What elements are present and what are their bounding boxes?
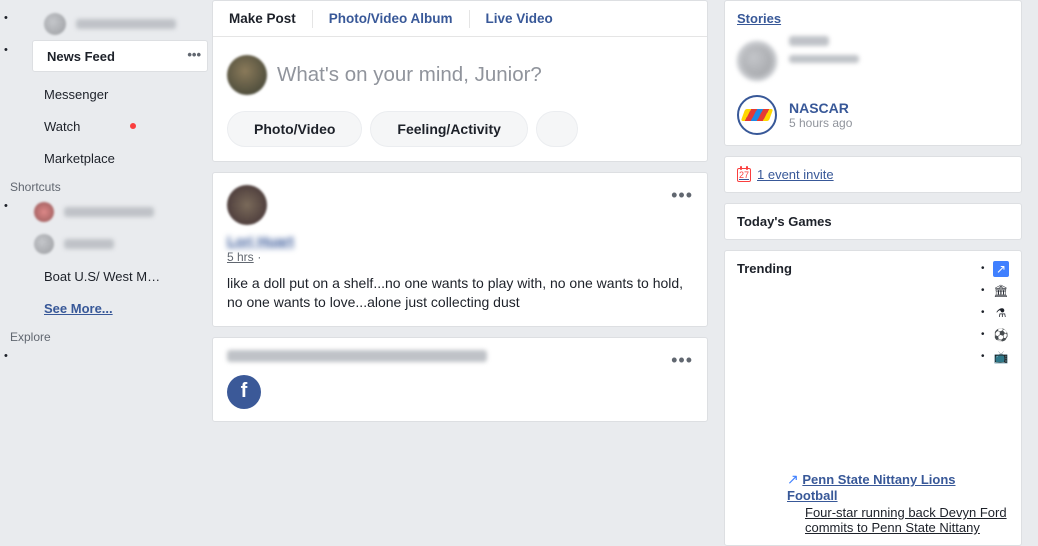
sidebar-shortcut-label: Shortcut One: [64, 207, 154, 217]
event-invite-link[interactable]: 27 1 event invite: [737, 167, 1009, 182]
sidebar-section-shortcuts: Shortcuts: [0, 174, 208, 196]
composer-card: Make Post Photo/Video Album Live Video W…: [212, 0, 708, 162]
composer-action-photo-video[interactable]: Photo/Video: [227, 111, 362, 147]
sidebar-item-news-feed[interactable]: News Feed •••: [32, 40, 208, 72]
sidebar-shortcut-label: Boat U.S/ West M…: [44, 269, 160, 284]
composer-tab-photo-video-album[interactable]: Photo/Video Album: [313, 1, 469, 36]
stories-title[interactable]: Stories: [737, 11, 1009, 26]
sidebar-shortcut-1[interactable]: Shortcut One: [30, 196, 208, 228]
story-name: NASCAR: [789, 100, 852, 116]
sidebar-profile[interactable]: User Name: [30, 8, 208, 40]
composer-prompt[interactable]: What's on your mind, Junior?: [277, 63, 542, 87]
story-item-2[interactable]: NASCAR 5 hours ago: [737, 95, 1009, 135]
story-avatar: [737, 95, 777, 135]
sidebar-item-messenger[interactable]: Messenger: [30, 78, 208, 110]
sidebar-item-label: Marketplace: [44, 151, 115, 166]
nascar-logo-icon: [741, 109, 773, 121]
post-card: ••• Lori Huart 5 hrs · like a doll put o…: [212, 172, 708, 327]
sidebar-bullet: [0, 346, 208, 362]
post-menu-icon[interactable]: •••: [671, 185, 693, 206]
post-avatar[interactable]: [227, 185, 267, 225]
sidebar-item-label: News Feed: [47, 49, 115, 64]
trending-filter-icons: ↗ 🏛 ⚗ ⚽ 📺: [981, 261, 1009, 371]
shortcut-icon: [34, 202, 54, 222]
shortcut-icon: [34, 234, 54, 254]
events-card: 27 1 event invite: [724, 156, 1022, 193]
trending-card: Trending ↗ 🏛 ⚗ ⚽ 📺 ↗ Penn State Nittany …: [724, 250, 1022, 546]
trending-filter-entertainment-icon[interactable]: 📺: [993, 349, 1009, 365]
sidebar-item-marketplace[interactable]: Marketplace: [30, 142, 208, 174]
event-invite-text: 1 event invite: [757, 167, 834, 182]
trending-story-desc[interactable]: Four-star running back Devyn Ford commit…: [805, 505, 1007, 535]
story-avatar: [737, 41, 777, 81]
avatar-icon: [44, 13, 66, 35]
story-time: 5 hours ago: [789, 116, 852, 130]
sidebar-section-explore: Explore: [0, 324, 208, 346]
story-name: Friend: [789, 36, 829, 46]
story-time: 11 hours ago: [789, 55, 859, 63]
games-title: Today's Games: [737, 214, 1009, 229]
story-item-1[interactable]: Friend 11 hours ago: [737, 36, 1009, 85]
composer-tab-make-post[interactable]: Make Post: [213, 1, 312, 36]
sidebar-item-label: Messenger: [44, 87, 108, 102]
trending-story-link[interactable]: Penn State Nittany Lions Football: [787, 472, 956, 503]
notification-dot-icon: [130, 123, 136, 129]
post-shared-line: Someone shared a link: [227, 350, 487, 362]
sidebar-shortcut-2[interactable]: Shortcut Two: [30, 228, 208, 260]
see-more-link: See More...: [44, 301, 113, 316]
games-card: Today's Games: [724, 203, 1022, 240]
calendar-icon: 27: [737, 168, 751, 182]
composer-tab-live-video[interactable]: Live Video: [470, 1, 569, 36]
trending-filter-top-icon[interactable]: ↗: [993, 261, 1009, 277]
post-author-link[interactable]: Lori Huart: [227, 233, 294, 249]
post-timestamp[interactable]: 5 hrs: [227, 250, 254, 264]
post-menu-icon[interactable]: •••: [671, 350, 693, 371]
composer-action-feeling[interactable]: Feeling/Activity: [370, 111, 527, 147]
sidebar-item-label: Watch: [44, 119, 80, 134]
trending-filter-science-icon[interactable]: ⚗: [993, 305, 1009, 321]
composer-action-more[interactable]: [536, 111, 578, 147]
more-icon[interactable]: •••: [187, 47, 201, 62]
composer-avatar: [227, 55, 267, 95]
stories-card: Stories Friend 11 hours ago NASCAR 5 hou…: [724, 0, 1022, 146]
trending-filter-politics-icon[interactable]: 🏛: [993, 283, 1009, 299]
post-text: like a doll put on a shelf...no one want…: [213, 268, 707, 326]
sidebar-item-watch[interactable]: Watch: [30, 110, 208, 142]
sidebar-shortcut-3[interactable]: Boat U.S/ West M…: [30, 260, 208, 292]
sidebar-profile-name: User Name: [76, 19, 176, 29]
sidebar-bullet: Shortcut One Shortcut Two Boat U.S/ West…: [0, 196, 208, 324]
sidebar-bullet: User Name: [0, 8, 208, 40]
trending-title: Trending: [737, 261, 792, 276]
sidebar-bullet: News Feed ••• Messenger Watch Marketplac…: [0, 40, 208, 174]
facebook-logo-icon: f: [227, 375, 261, 409]
post-card-shared: ••• Someone shared a link f: [212, 337, 708, 422]
sidebar-see-more[interactable]: See More...: [30, 292, 208, 324]
sidebar-shortcut-label: Shortcut Two: [64, 239, 114, 249]
trending-filter-sports-icon[interactable]: ⚽: [993, 327, 1009, 343]
